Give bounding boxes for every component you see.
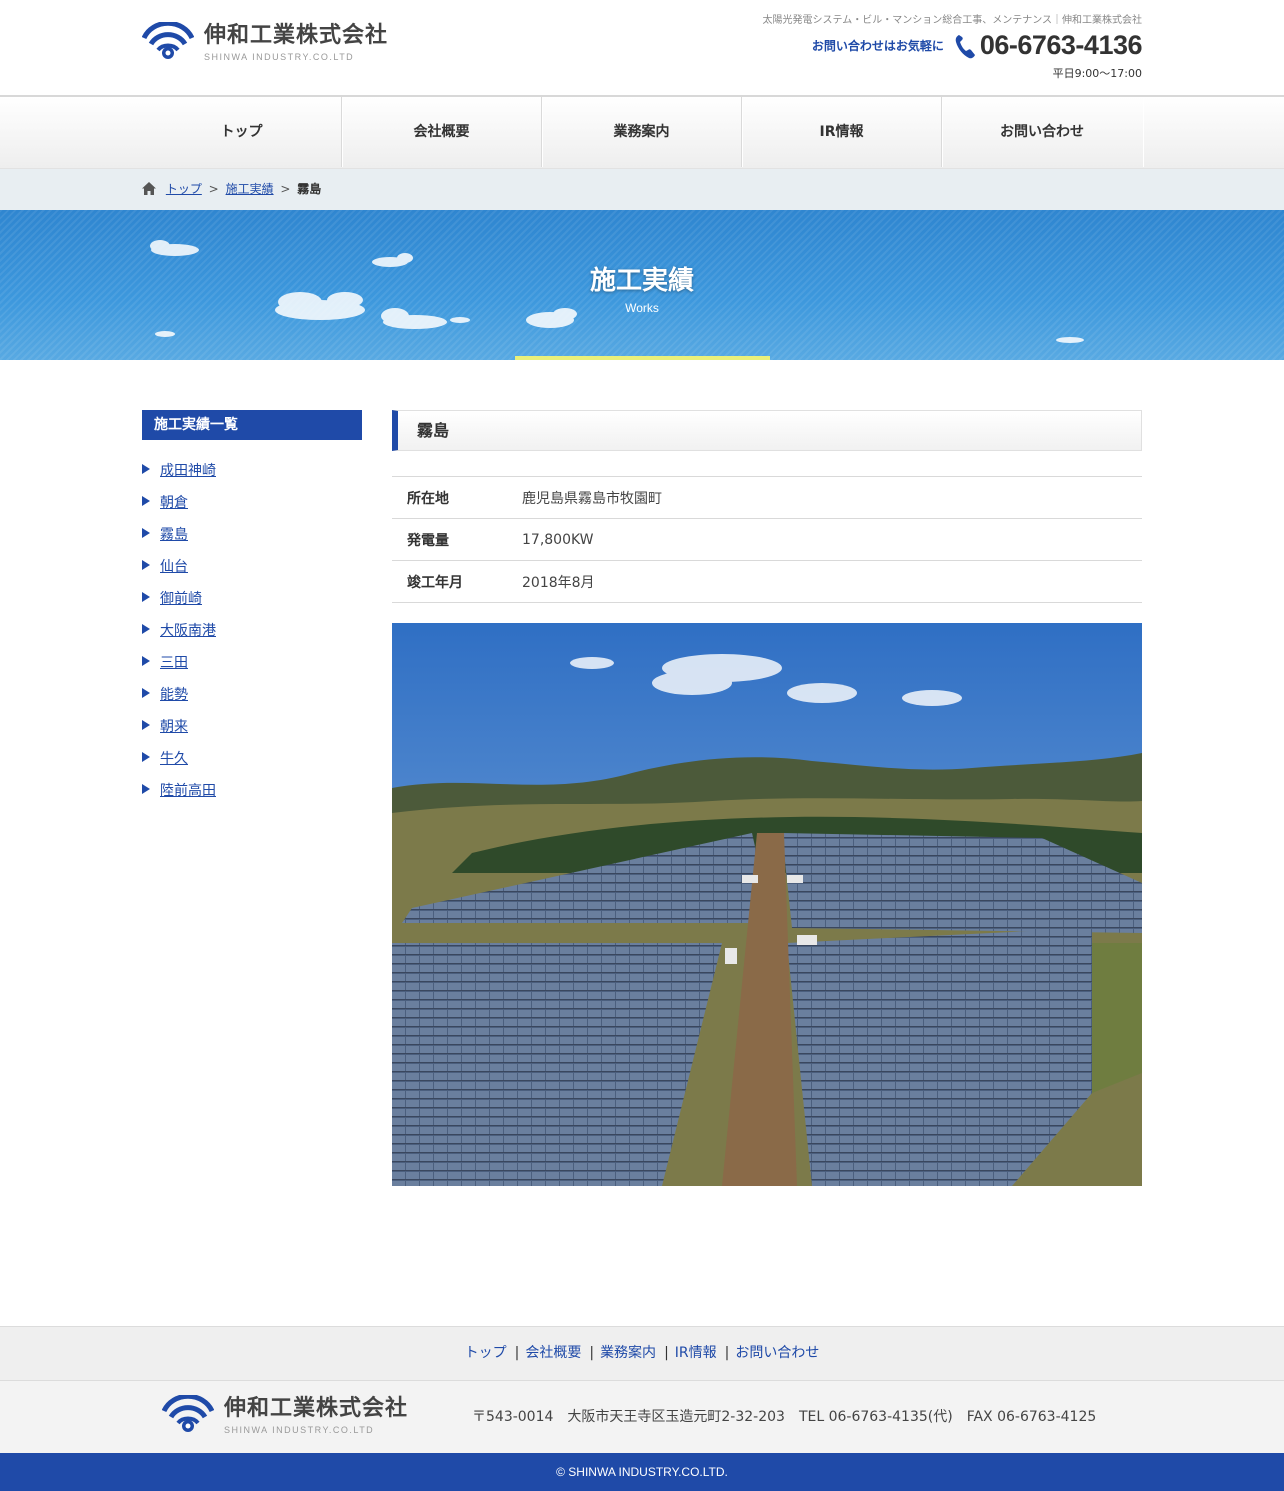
header-phone-number[interactable]: 06-6763-4136 <box>980 30 1143 61</box>
triangle-bullet-icon <box>142 688 150 698</box>
list-item: 霧島 <box>142 519 362 551</box>
breadcrumb-parent-link[interactable]: 施工実績 <box>226 182 274 196</box>
footer-nav-separator: | <box>589 1345 595 1361</box>
footer-link-top[interactable]: トップ <box>465 1345 507 1361</box>
hero-title: 施工実績 <box>589 266 694 296</box>
list-item: 朝来 <box>142 711 362 743</box>
works-link[interactable]: 陸前高田 <box>160 775 216 807</box>
header-contact: お問い合わせはお気軽に 06-6763-4136 <box>811 30 1143 61</box>
footer-link-company[interactable]: 会社概要 <box>525 1345 581 1361</box>
list-item: 仙台 <box>142 551 362 583</box>
list-item: 三田 <box>142 647 362 679</box>
footer-logo-company-name: 伸和工業株式会社 <box>224 1396 409 1421</box>
home-icon <box>142 181 156 195</box>
list-item: 大阪南港 <box>142 615 362 647</box>
footer-link-ir[interactable]: IR情報 <box>675 1345 717 1361</box>
list-item: 朝倉 <box>142 487 362 519</box>
spec-label: 発電量 <box>392 518 522 561</box>
spec-value: 17,800KW <box>522 518 1142 561</box>
triangle-bullet-icon <box>142 656 150 666</box>
footer-link-services[interactable]: 業務案内 <box>600 1345 656 1361</box>
nav-item-top[interactable]: トップ <box>142 97 343 167</box>
spec-label: 竣工年月 <box>392 560 522 603</box>
works-link[interactable]: 朝倉 <box>160 487 188 519</box>
footer-nav-separator: | <box>664 1345 669 1361</box>
solar-farm-image <box>392 623 1142 1186</box>
triangle-bullet-icon <box>142 592 150 602</box>
works-link[interactable]: 大阪南港 <box>160 615 216 647</box>
site-header: 伸和工業株式会社 SHINWA INDUSTRY.CO.LTD 太陽光発電システ… <box>0 0 1284 97</box>
works-link[interactable]: 牛久 <box>160 743 188 775</box>
table-row: 所在地 鹿児島県霧島市牧園町 <box>392 476 1142 519</box>
triangle-bullet-icon <box>142 720 150 730</box>
breadcrumb-separator: > <box>280 182 291 196</box>
spec-value: 2018年8月 <box>522 560 1142 603</box>
works-link[interactable]: 朝来 <box>160 711 188 743</box>
nav-item-ir[interactable]: IR情報 <box>742 97 943 167</box>
phone-icon <box>955 34 975 58</box>
breadcrumb-separator: > <box>208 182 219 196</box>
breadcrumb-home-link[interactable]: トップ <box>166 182 202 196</box>
footer-logo-company-subname: SHINWA INDUSTRY.CO.LTD <box>224 1425 375 1435</box>
triangle-bullet-icon <box>142 560 150 570</box>
works-link[interactable]: 仙台 <box>160 551 188 583</box>
list-item: 陸前高田 <box>142 775 362 807</box>
breadcrumb-current: 霧島 <box>297 182 322 196</box>
table-row: 発電量 17,800KW <box>392 518 1142 561</box>
works-article: 霧島 所在地 鹿児島県霧島市牧園町 発電量 17,800KW 竣工年月 2018… <box>392 410 1142 1186</box>
footer-logo[interactable]: 伸和工業株式会社 SHINWA INDUSTRY.CO.LTD <box>162 1395 408 1435</box>
solar-farm-photo <box>392 623 1142 1186</box>
sidebar-heading: 施工実績一覧 <box>142 410 362 440</box>
triangle-bullet-icon <box>142 784 150 794</box>
triangle-bullet-icon <box>142 528 150 538</box>
footer-link-contact[interactable]: お問い合わせ <box>735 1345 819 1361</box>
nav-item-contact[interactable]: お問い合わせ <box>942 97 1144 167</box>
works-link[interactable]: 御前崎 <box>160 583 202 615</box>
list-item: 能勢 <box>142 679 362 711</box>
article-title: 霧島 <box>392 410 1142 451</box>
table-row: 竣工年月 2018年8月 <box>392 560 1142 603</box>
footer-info: 伸和工業株式会社 SHINWA INDUSTRY.CO.LTD 〒543-001… <box>0 1381 1284 1453</box>
works-link[interactable]: 霧島 <box>160 519 188 551</box>
business-hours: 平日9:00～17:00 <box>1052 67 1142 80</box>
spec-value: 鹿児島県霧島市牧園町 <box>522 476 1142 519</box>
works-link[interactable]: 成田神崎 <box>160 455 216 487</box>
header-tagline: 太陽光発電システム・ビル・マンション総合工事、メンテナンス｜伸和工業株式会社 <box>762 15 1143 26</box>
footer-address: 〒543-0014 大阪市天王寺区玉造元町2-32-203 TEL 06-676… <box>472 1409 1097 1425</box>
site-logo[interactable]: 伸和工業株式会社 SHINWA INDUSTRY.CO.LTD <box>142 22 388 62</box>
logo-company-subname: SHINWA INDUSTRY.CO.LTD <box>204 52 355 62</box>
works-link[interactable]: 能勢 <box>160 679 188 711</box>
main-content: 施工実績一覧 成田神崎 朝倉 霧島 仙台 御前崎 大阪南港 三田 能勢 朝来 牛… <box>0 360 1284 1326</box>
nav-item-company[interactable]: 会社概要 <box>342 97 543 167</box>
works-list: 成田神崎 朝倉 霧島 仙台 御前崎 大阪南港 三田 能勢 朝来 牛久 陸前高田 <box>142 455 362 807</box>
breadcrumb: トップ > 施工実績 > 霧島 <box>0 169 1284 210</box>
nav-item-services[interactable]: 業務案内 <box>542 97 743 167</box>
works-link[interactable]: 三田 <box>160 647 188 679</box>
triangle-bullet-icon <box>142 752 150 762</box>
contact-lead-text: お問い合わせはお気軽に <box>811 39 944 53</box>
copyright-bar: © SHINWA INDUSTRY.CO.LTD. <box>0 1453 1284 1491</box>
spec-table: 所在地 鹿児島県霧島市牧園町 発電量 17,800KW 竣工年月 2018年8月 <box>392 476 1142 603</box>
page-hero-banner: 施工実績 Works <box>0 210 1284 360</box>
triangle-bullet-icon <box>142 496 150 506</box>
footer-nav-separator: | <box>724 1345 730 1361</box>
hero-subtitle: Works <box>625 301 659 315</box>
list-item: 御前崎 <box>142 583 362 615</box>
signal-wave-logo-icon <box>142 22 194 59</box>
signal-wave-logo-icon <box>162 1395 214 1432</box>
triangle-bullet-icon <box>142 624 150 634</box>
spec-label: 所在地 <box>392 476 522 519</box>
sidebar: 施工実績一覧 成田神崎 朝倉 霧島 仙台 御前崎 大阪南港 三田 能勢 朝来 牛… <box>142 410 362 807</box>
footer-nav: トップ | 会社概要 | 業務案内 | IR情報 | お問い合わせ <box>0 1326 1284 1381</box>
logo-company-name: 伸和工業株式会社 <box>204 23 389 48</box>
global-nav: トップ 会社概要 業務案内 IR情報 お問い合わせ <box>0 97 1284 169</box>
list-item: 牛久 <box>142 743 362 775</box>
footer-nav-separator: | <box>514 1345 520 1361</box>
list-item: 成田神崎 <box>142 455 362 487</box>
triangle-bullet-icon <box>142 464 150 474</box>
